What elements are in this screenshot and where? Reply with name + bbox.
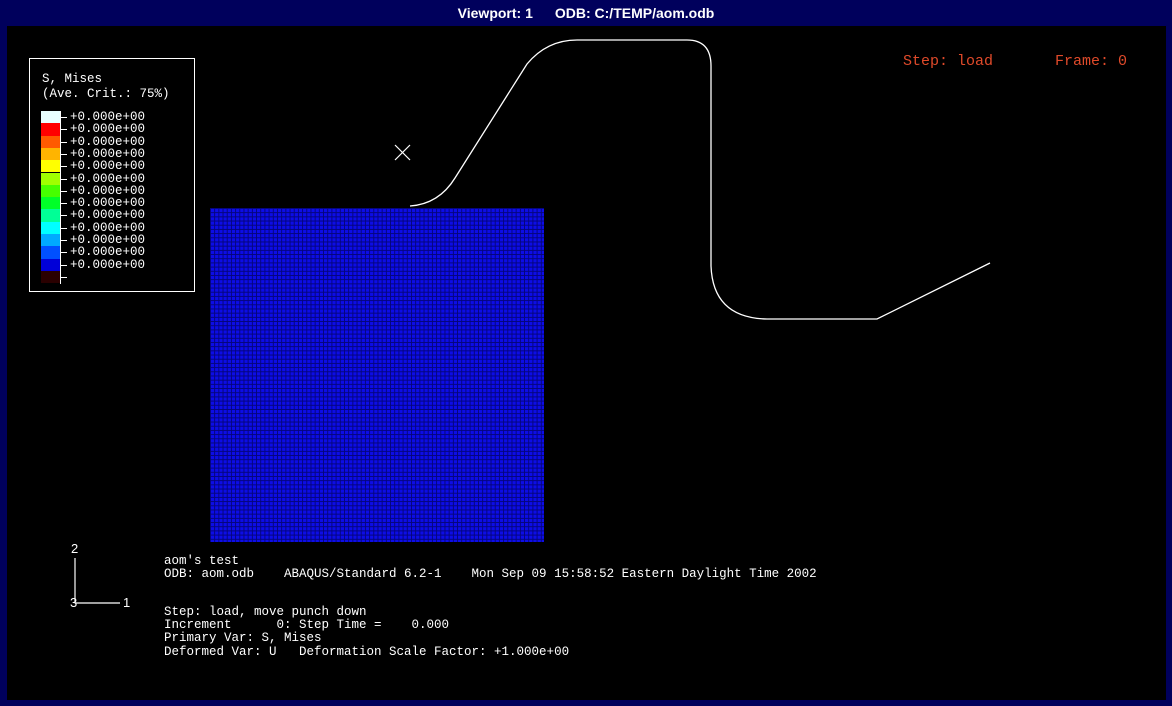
viewport-label: Viewport: 1 [457, 5, 533, 21]
model-geometry [74, 39, 991, 604]
odb-info-line: ODB: aom.odb ABAQUS/Standard 6.2-1 Mon S… [164, 567, 817, 581]
triad-axis-1-label: 1 [123, 595, 131, 610]
deformed-var-line: Deformed Var: U Deformation Scale Factor… [164, 645, 570, 659]
step-label: Step: load [903, 53, 994, 70]
odb-path-label: ODB: C:/TEMP/aom.odb [554, 5, 715, 21]
reference-point-marker[interactable] [394, 144, 411, 161]
viewport-canvas[interactable]: S, Mises (Ave. Crit.: 75%) +0.000e+00 +0.… [7, 26, 1166, 700]
punch-outline[interactable] [409, 39, 991, 320]
coordinate-triad [74, 558, 120, 604]
viewport-title-bar: Viewport: 1 ODB: C:/TEMP/aom.odb [0, 0, 1172, 26]
frame-label: Frame: 0 [1055, 53, 1128, 70]
primary-var-line: Primary Var: S, Mises [164, 631, 322, 645]
triad-axis-3-label: 3 [70, 595, 78, 610]
triad-axis-2-label: 2 [71, 541, 79, 556]
